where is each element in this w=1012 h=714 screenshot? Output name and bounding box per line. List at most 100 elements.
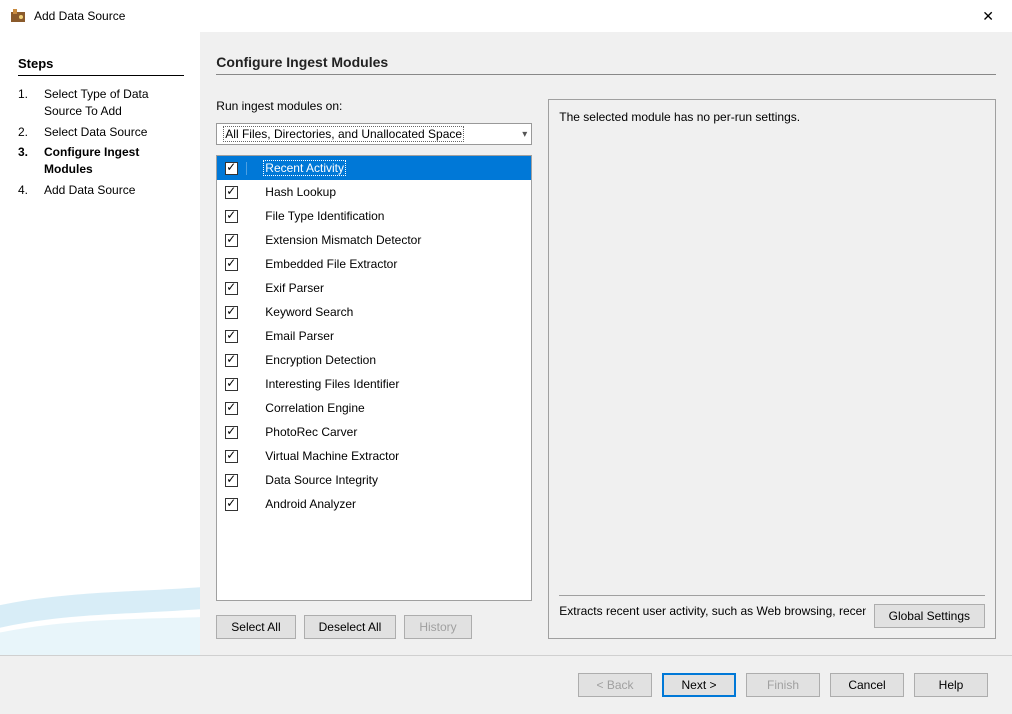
module-row[interactable]: Android Analyzer — [217, 492, 531, 516]
app-icon — [10, 8, 26, 24]
module-checkbox-cell[interactable] — [217, 186, 247, 199]
chevron-down-icon: ▾ — [522, 129, 527, 140]
checkbox-icon[interactable] — [225, 258, 238, 271]
dropdown-value: All Files, Directories, and Unallocated … — [223, 126, 464, 142]
wizard-footer: < Back Next > Finish Cancel Help — [0, 656, 1012, 714]
checkbox-icon[interactable] — [225, 498, 238, 511]
step-label: Select Data Source — [44, 124, 147, 141]
close-icon[interactable]: ✕ — [974, 4, 1002, 29]
module-checkbox-cell[interactable] — [217, 450, 247, 463]
cancel-button[interactable]: Cancel — [830, 673, 904, 697]
module-row[interactable]: Keyword Search — [217, 300, 531, 324]
window-title: Add Data Source — [34, 9, 125, 23]
module-row[interactable]: Hash Lookup — [217, 180, 531, 204]
step-item: 1. Select Type of Data Source To Add — [18, 86, 184, 120]
decorative-swoosh — [0, 445, 200, 655]
step-item: 3. Configure Ingest Modules — [18, 144, 184, 178]
step-number: 3. — [18, 144, 32, 178]
module-label: Embedded File Extractor — [263, 256, 399, 272]
module-row[interactable]: Embedded File Extractor — [217, 252, 531, 276]
module-label: Extension Mismatch Detector — [263, 232, 423, 248]
module-checkbox-cell[interactable] — [217, 330, 247, 343]
checkbox-icon[interactable] — [225, 378, 238, 391]
module-row[interactable]: Exif Parser — [217, 276, 531, 300]
module-row[interactable]: Interesting Files Identifier — [217, 372, 531, 396]
module-label: Android Analyzer — [263, 496, 358, 512]
checkbox-icon[interactable] — [225, 426, 238, 439]
step-item: 4. Add Data Source — [18, 182, 184, 199]
section-title: Configure Ingest Modules — [216, 54, 996, 70]
module-row[interactable]: PhotoRec Carver — [217, 420, 531, 444]
checkbox-icon[interactable] — [225, 450, 238, 463]
step-number: 2. — [18, 124, 32, 141]
module-label: Data Source Integrity — [263, 472, 380, 488]
run-scope-dropdown[interactable]: All Files, Directories, and Unallocated … — [216, 123, 532, 145]
module-checkbox-cell[interactable] — [217, 378, 247, 391]
module-checkbox-cell[interactable] — [217, 210, 247, 223]
module-checkbox-cell[interactable] — [217, 474, 247, 487]
module-label: Hash Lookup — [263, 184, 338, 200]
module-row[interactable]: Extension Mismatch Detector — [217, 228, 531, 252]
module-settings-box: The selected module has no per-run setti… — [548, 99, 996, 639]
checkbox-icon[interactable] — [225, 402, 238, 415]
module-row[interactable]: Correlation Engine — [217, 396, 531, 420]
run-label: Run ingest modules on: — [216, 99, 532, 113]
module-checkbox-cell[interactable] — [217, 498, 247, 511]
step-number: 4. — [18, 182, 32, 199]
module-label: Virtual Machine Extractor — [263, 448, 401, 464]
module-label: Encryption Detection — [263, 352, 378, 368]
next-button[interactable]: Next > — [662, 673, 736, 697]
checkbox-icon[interactable] — [225, 282, 238, 295]
select-all-button[interactable]: Select All — [216, 615, 295, 639]
help-button[interactable]: Help — [914, 673, 988, 697]
divider — [18, 75, 184, 76]
module-checkbox-cell[interactable] — [217, 402, 247, 415]
checkbox-icon[interactable] — [225, 162, 238, 175]
module-label: Interesting Files Identifier — [263, 376, 401, 392]
module-row[interactable]: Email Parser — [217, 324, 531, 348]
module-label: Correlation Engine — [263, 400, 366, 416]
module-checkbox-cell[interactable] — [217, 354, 247, 367]
step-label: Configure Ingest Modules — [44, 144, 184, 178]
module-label: PhotoRec Carver — [263, 424, 359, 440]
steps-list: 1. Select Type of Data Source To Add 2. Sel… — [18, 86, 184, 199]
module-description: Extracts recent user activity, such as W… — [559, 604, 865, 618]
module-label: Email Parser — [263, 328, 336, 344]
divider — [216, 74, 996, 75]
module-checkbox-cell[interactable] — [217, 162, 247, 175]
step-number: 1. — [18, 86, 32, 120]
step-label: Select Type of Data Source To Add — [44, 86, 184, 120]
steps-heading: Steps — [18, 56, 184, 71]
module-checkbox-cell[interactable] — [217, 258, 247, 271]
history-button[interactable]: History — [404, 615, 471, 639]
checkbox-icon[interactable] — [225, 186, 238, 199]
module-label: Keyword Search — [263, 304, 355, 320]
module-checkbox-cell[interactable] — [217, 234, 247, 247]
module-row[interactable]: Virtual Machine Extractor — [217, 444, 531, 468]
checkbox-icon[interactable] — [225, 210, 238, 223]
checkbox-icon[interactable] — [225, 474, 238, 487]
checkbox-icon[interactable] — [225, 306, 238, 319]
checkbox-icon[interactable] — [225, 234, 238, 247]
module-row[interactable]: Recent Activity — [217, 156, 531, 180]
step-label: Add Data Source — [44, 182, 135, 199]
module-checkbox-cell[interactable] — [217, 426, 247, 439]
finish-button[interactable]: Finish — [746, 673, 820, 697]
back-button[interactable]: < Back — [578, 673, 652, 697]
module-label: Recent Activity — [263, 160, 346, 176]
module-checkbox-cell[interactable] — [217, 282, 247, 295]
deselect-all-button[interactable]: Deselect All — [304, 615, 397, 639]
global-settings-button[interactable]: Global Settings — [874, 604, 985, 628]
module-row[interactable]: File Type Identification — [217, 204, 531, 228]
titlebar: Add Data Source ✕ — [0, 0, 1012, 32]
module-label: Exif Parser — [263, 280, 326, 296]
checkbox-icon[interactable] — [225, 354, 238, 367]
steps-panel: Steps 1. Select Type of Data Source To Ad… — [0, 32, 200, 655]
checkbox-icon[interactable] — [225, 330, 238, 343]
module-list[interactable]: Recent Activity Hash Lookup File Type Iden… — [216, 155, 532, 601]
module-checkbox-cell[interactable] — [217, 306, 247, 319]
module-row[interactable]: Data Source Integrity — [217, 468, 531, 492]
step-item: 2. Select Data Source — [18, 124, 184, 141]
module-row[interactable]: Encryption Detection — [217, 348, 531, 372]
settings-message: The selected module has no per-run setti… — [559, 110, 985, 595]
